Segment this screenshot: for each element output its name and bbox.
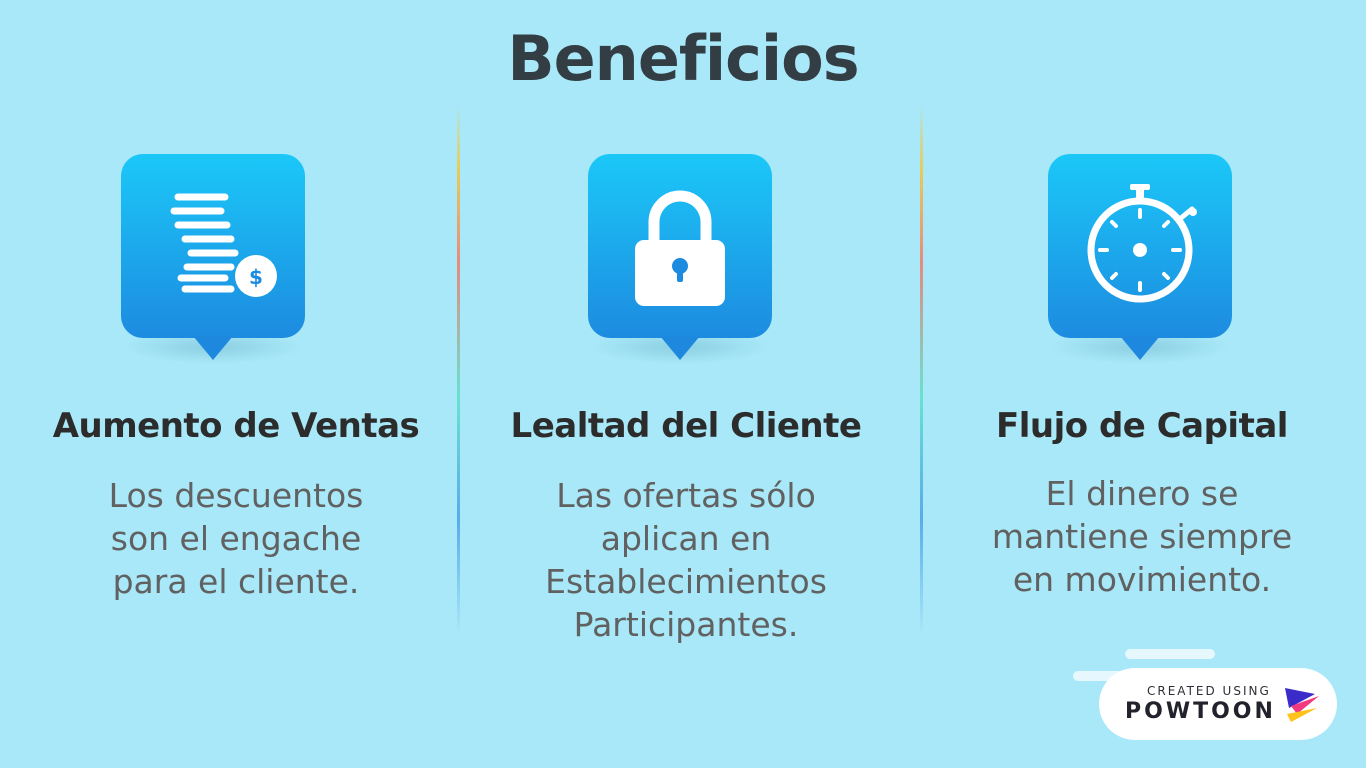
description-line: en movimiento. (1012, 560, 1272, 599)
benefit-heading: Lealtad del Cliente (510, 406, 862, 446)
stopwatch-icon (1048, 154, 1232, 364)
svg-text:$: $ (249, 265, 263, 289)
benefit-description: Las ofertas sólo aplican en Establecimie… (456, 474, 916, 646)
dollar-coins-icon: $ (121, 154, 305, 364)
description-line: Participantes. (573, 605, 799, 644)
badge-caption: CREATED USING (1147, 684, 1271, 698)
benefit-description: El dinero se mantiene siempre en movimie… (912, 472, 1366, 601)
description-line: mantiene siempre (991, 517, 1293, 556)
benefit-heading: Flujo de Capital (996, 406, 1288, 446)
benefit-heading: Aumento de Ventas (52, 406, 420, 446)
description-line: Establecimientos (545, 562, 827, 601)
benefit-description: Los descuentos son el engache para el cl… (6, 474, 466, 603)
description-line: aplican en (600, 519, 772, 558)
badge-streak (1125, 649, 1215, 659)
benefit-column-sales: $ Aumento de Ventas Los descuentos son e… (6, 0, 466, 768)
padlock-icon (588, 154, 772, 364)
description-line: El dinero se (1045, 474, 1239, 513)
description-line: son el engache (110, 519, 362, 558)
description-line: para el cliente. (112, 562, 360, 601)
benefit-column-loyalty: Lealtad del Cliente Las ofertas sólo apl… (456, 0, 916, 768)
powtoon-logo-icon (1285, 688, 1319, 722)
badge-brand: POWTOON (1125, 699, 1276, 724)
powtoon-badge[interactable]: CREATED USING POWTOON (1099, 668, 1337, 740)
description-line: Las ofertas sólo (556, 476, 816, 515)
description-line: Los descuentos (108, 476, 364, 515)
